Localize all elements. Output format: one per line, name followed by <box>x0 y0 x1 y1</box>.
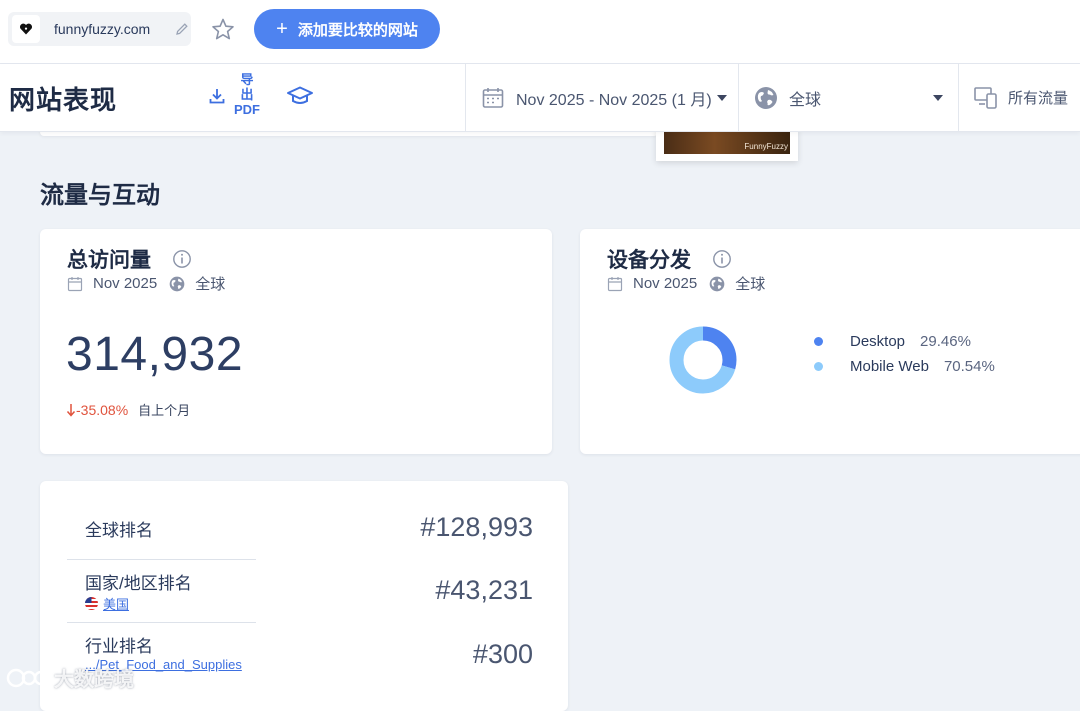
date-range-selector[interactable]: Nov 2025 - Nov 2025 (1 月) <box>465 64 739 131</box>
edit-pencil-icon[interactable] <box>174 21 190 42</box>
visits-change-note: 自上个月 <box>138 403 191 418</box>
site-chip[interactable]: funnyfuzzy.com <box>8 12 191 46</box>
section-title: 流量与互动 <box>40 182 160 209</box>
country-rank-row: 国家/地区排名 美国 #43,231 <box>67 560 541 622</box>
legend-desktop: Desktop 29.46% <box>814 333 971 350</box>
top-bar: funnyfuzzy.com + 添加要比较的网站 <box>0 0 1080 64</box>
device-distribution-title: 设备分发 <box>607 249 691 272</box>
watermark-text: 大数跨境 <box>54 669 134 691</box>
total-visits-date: Nov 2025 <box>93 275 158 292</box>
globe-icon <box>755 86 777 109</box>
watermark-logo-icon <box>6 668 49 687</box>
export-pdf-line2: 出 <box>240 87 254 102</box>
export-pdf-line3: PDF <box>234 102 260 117</box>
info-icon[interactable] <box>712 249 732 274</box>
traffic-source-selector[interactable]: 所有流量 <box>958 64 1080 131</box>
legend-desktop-label: Desktop <box>850 333 906 350</box>
visits-change-value: -35.08% <box>76 401 129 418</box>
country-rank-value: #43,231 <box>435 575 533 605</box>
export-pdf-button[interactable]: 导 出 PDF <box>232 72 262 117</box>
add-compare-site-label: 添加要比较的网站 <box>297 21 418 39</box>
calendar-icon <box>482 87 504 108</box>
info-icon[interactable] <box>172 249 192 274</box>
device-distribution-card: 设备分发 Nov 2025 全球 Desktop 29.46% Mobile W… <box>580 229 1080 454</box>
device-distribution-geo: 全球 <box>735 276 766 293</box>
globe-icon <box>169 276 185 291</box>
legend-mobile: Mobile Web 70.54% <box>814 358 995 375</box>
site-favicon-icon <box>12 15 40 43</box>
legend-desktop-pct: 29.46% <box>920 333 971 350</box>
favorite-star-icon[interactable] <box>210 17 236 48</box>
export-pdf-line1: 导 <box>240 72 254 87</box>
category-rank-value: #300 <box>472 639 533 669</box>
category-rank-row: 行业排名 .../Pet_Food_and_Supplies #300 <box>67 623 541 693</box>
country-selector[interactable]: 全球 <box>738 64 959 131</box>
country-rank-label: 国家/地区排名 <box>85 574 192 593</box>
traffic-source-label: 所有流量 <box>1008 90 1069 107</box>
site-name: funnyfuzzy.com <box>54 21 151 37</box>
device-distribution-date: Nov 2025 <box>633 275 698 292</box>
global-rank-row: 全球排名 #128,993 <box>67 481 541 559</box>
device-distribution-meta: Nov 2025 全球 <box>607 273 765 294</box>
global-rank-label: 全球排名 <box>85 521 153 540</box>
total-visits-card: 总访问量 Nov 2025 全球 314,932 -35.08% 自上个月 <box>40 229 552 454</box>
country-rank-name: 美国 <box>103 597 130 612</box>
add-compare-site-button[interactable]: + 添加要比较的网站 <box>254 9 440 49</box>
legend-mobile-label: Mobile Web <box>850 358 929 375</box>
date-range-label: Nov 2025 - Nov 2025 (1 月) <box>516 91 712 109</box>
us-flag-icon <box>85 597 98 610</box>
site-preview-logo-text: FunnyFuzzy <box>744 142 788 151</box>
plus-icon: + <box>276 17 288 40</box>
device-donut-chart <box>669 326 737 394</box>
category-rank-label: 行业排名 <box>85 637 153 656</box>
globe-icon <box>709 276 725 291</box>
global-rank-value: #128,993 <box>420 512 533 542</box>
page-toolbar: 网站表现 导 出 PDF Nov 2025 - Nov 2025 (1 月) 全… <box>0 64 1080 132</box>
chevron-down-icon <box>716 94 727 101</box>
download-icon[interactable] <box>207 86 227 111</box>
legend-desktop-dot <box>814 337 823 346</box>
graduation-cap-icon[interactable] <box>286 84 314 113</box>
country-label: 全球 <box>789 91 822 109</box>
page-title: 网站表现 <box>9 85 118 115</box>
site-preview-thumbnail: FunnyFuzzy <box>656 128 798 161</box>
calendar-icon <box>607 276 623 291</box>
arrow-down-icon <box>66 403 76 417</box>
legend-mobile-dot <box>814 362 823 371</box>
total-visits-value: 314,932 <box>66 328 244 381</box>
calendar-icon <box>67 276 83 291</box>
total-visits-geo: 全球 <box>195 276 226 293</box>
legend-mobile-pct: 70.54% <box>943 358 995 375</box>
devices-icon <box>974 86 997 109</box>
total-visits-title: 总访问量 <box>67 249 151 272</box>
visits-change: -35.08% 自上个月 <box>66 400 190 419</box>
country-rank-link[interactable]: 美国 <box>85 594 129 613</box>
total-visits-meta: Nov 2025 全球 <box>67 273 225 294</box>
watermark: 大数跨境 <box>6 663 134 692</box>
chevron-down-icon <box>933 94 943 101</box>
